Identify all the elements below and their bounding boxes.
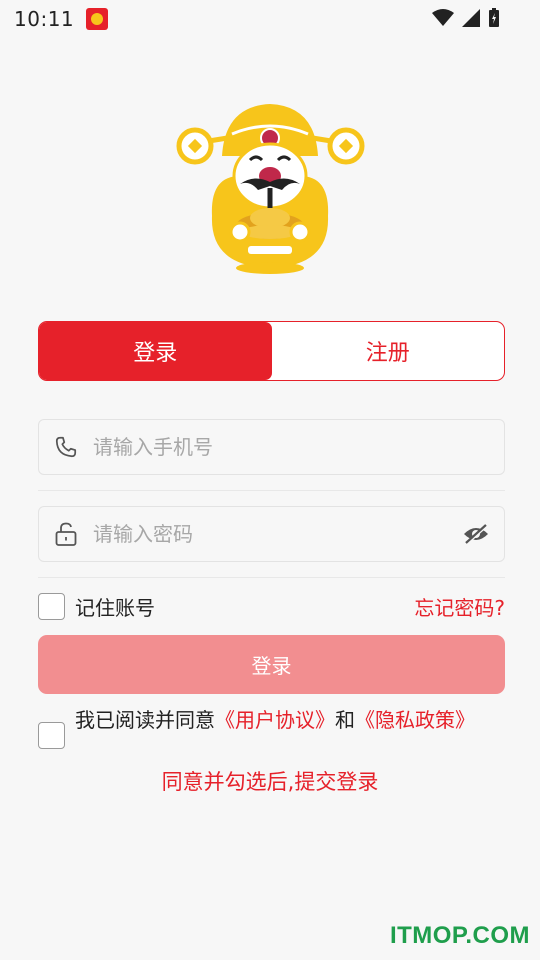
lock-icon [39, 521, 93, 547]
auth-tabs: 登录 注册 [38, 321, 505, 381]
phone-icon [39, 434, 93, 460]
app-notification-icon [86, 8, 109, 30]
tab-login[interactable]: 登录 [39, 322, 272, 380]
forgot-password-link[interactable]: 忘记密码? [414, 592, 505, 621]
wifi-icon [432, 9, 454, 26]
watermark: ITMOP.COM [389, 922, 530, 949]
agreement-checkbox[interactable] [38, 722, 65, 749]
agreement-text: 我已阅读并同意《用户协议》和《隐私政策》 [75, 707, 475, 749]
agreement-prefix: 我已阅读并同意 [75, 708, 215, 732]
hide-password-icon[interactable] [448, 523, 504, 545]
user-agreement-link[interactable]: 《用户协议》 [215, 708, 335, 732]
battery-icon [489, 8, 499, 27]
signal-icon [462, 9, 480, 27]
status-time: 10:11 [14, 7, 75, 31]
divider [38, 490, 505, 491]
status-bar: 10:11 [0, 0, 540, 38]
remember-row: 记住账号 忘记密码? [38, 590, 505, 622]
agreement-row: 我已阅读并同意《用户协议》和《隐私政策》 [38, 707, 505, 749]
agreement-and: 和 [335, 708, 355, 732]
submit-hint: 同意并勾选后,提交登录 [161, 770, 379, 794]
remember-label: 记住账号 [75, 595, 155, 620]
divider [38, 577, 505, 578]
phone-field[interactable] [38, 419, 505, 475]
privacy-policy-link[interactable]: 《隐私政策》 [355, 708, 475, 732]
tab-register[interactable]: 注册 [272, 322, 505, 380]
mascot-logo [176, 104, 365, 274]
login-button[interactable]: 登录 [38, 635, 505, 694]
status-icons [432, 8, 500, 28]
password-field[interactable] [38, 506, 505, 562]
remember-checkbox[interactable] [38, 592, 65, 620]
password-input[interactable] [93, 522, 448, 546]
phone-input[interactable] [93, 435, 504, 459]
